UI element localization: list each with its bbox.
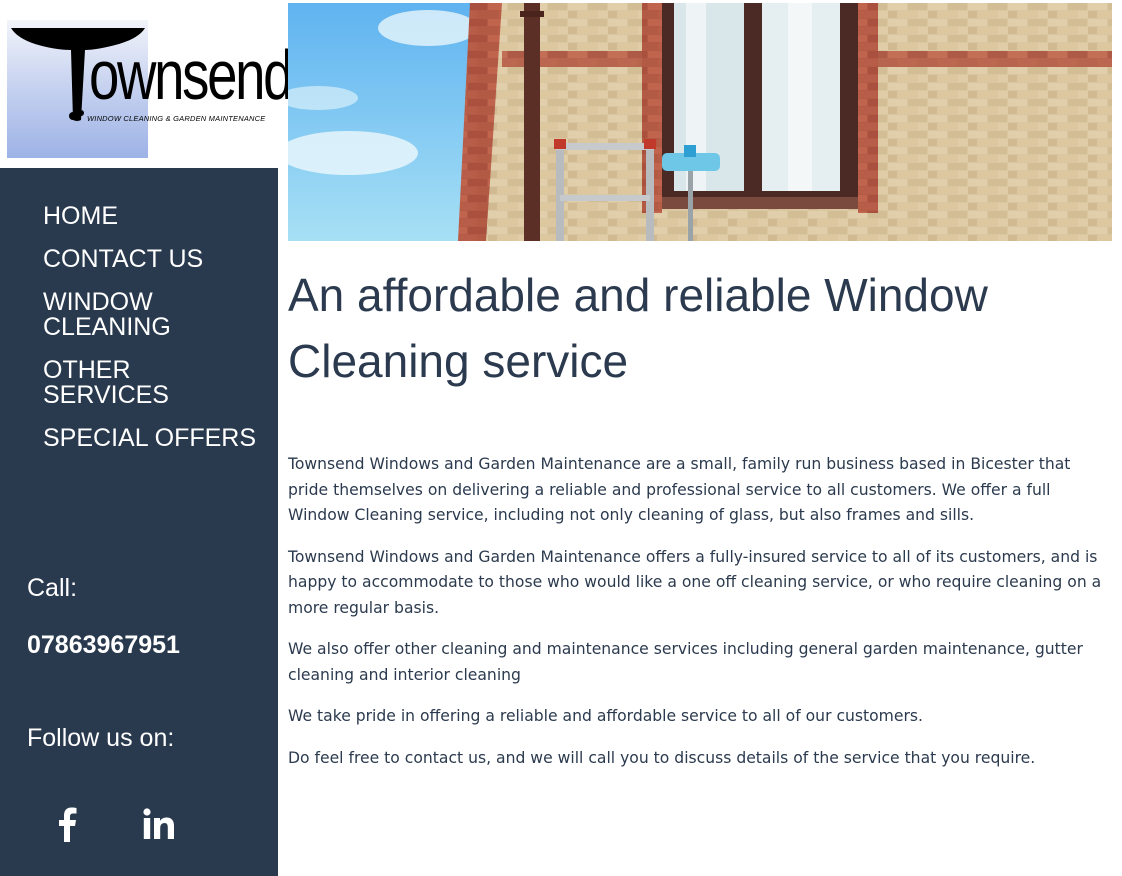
nav-link-window-cleaning[interactable]: WINDOW CLEANING (43, 290, 263, 340)
nav-link-special-offers[interactable]: SPECIAL OFFERS (43, 426, 263, 451)
nav-link-other-services[interactable]: OTHER SERVICES (43, 358, 263, 408)
call-label: Call: (27, 574, 78, 602)
nav-link-home[interactable]: HOME (43, 204, 263, 229)
nav-item-window-cleaning: WINDOW CLEANING (43, 290, 263, 340)
page-headline: An affordable and reliable Window Cleani… (288, 269, 988, 387)
nav-item-contact: CONTACT US (43, 247, 263, 272)
site-logo[interactable]: ownsend WINDOW CLEANING & GARDEN MAINTEN… (7, 20, 294, 158)
sidebar: HOME CONTACT US WINDOW CLEANING OTHER SE… (0, 168, 278, 876)
linkedin-link[interactable] (138, 804, 178, 844)
facebook-icon (59, 807, 77, 842)
main-content: Townsend Windows and Garden Maintenance … (288, 452, 1110, 787)
nav-item-other-services: OTHER SERVICES (43, 358, 263, 408)
content-paragraph: We also offer other cleaning and mainten… (288, 640, 1083, 684)
main-nav: HOME CONTACT US WINDOW CLEANING OTHER SE… (43, 204, 263, 469)
nav-item-special-offers: SPECIAL OFFERS (43, 426, 263, 451)
window-cleaning-photo (288, 3, 1112, 241)
linkedin-icon (143, 808, 174, 839)
content-paragraph: Do feel free to contact us, and we will … (288, 748, 1036, 767)
content-paragraph: Townsend Windows and Garden Maintenance … (288, 547, 1102, 617)
content-paragraph: Townsend Windows and Garden Maintenance … (288, 455, 1071, 524)
content-paragraph: We take pride in offering a reliable and… (288, 707, 923, 725)
logo-wordmark: ownsend (89, 36, 294, 114)
hero-image (288, 3, 1112, 241)
nav-item-home: HOME (43, 204, 263, 229)
facebook-link[interactable] (48, 804, 88, 844)
logo-tagline: WINDOW CLEANING & GARDEN MAINTENANCE (87, 114, 266, 123)
phone-number-link[interactable]: 07863967951 (27, 631, 180, 660)
follow-us-label: Follow us on: (27, 724, 175, 752)
nav-link-contact-us[interactable]: CONTACT US (43, 247, 263, 272)
